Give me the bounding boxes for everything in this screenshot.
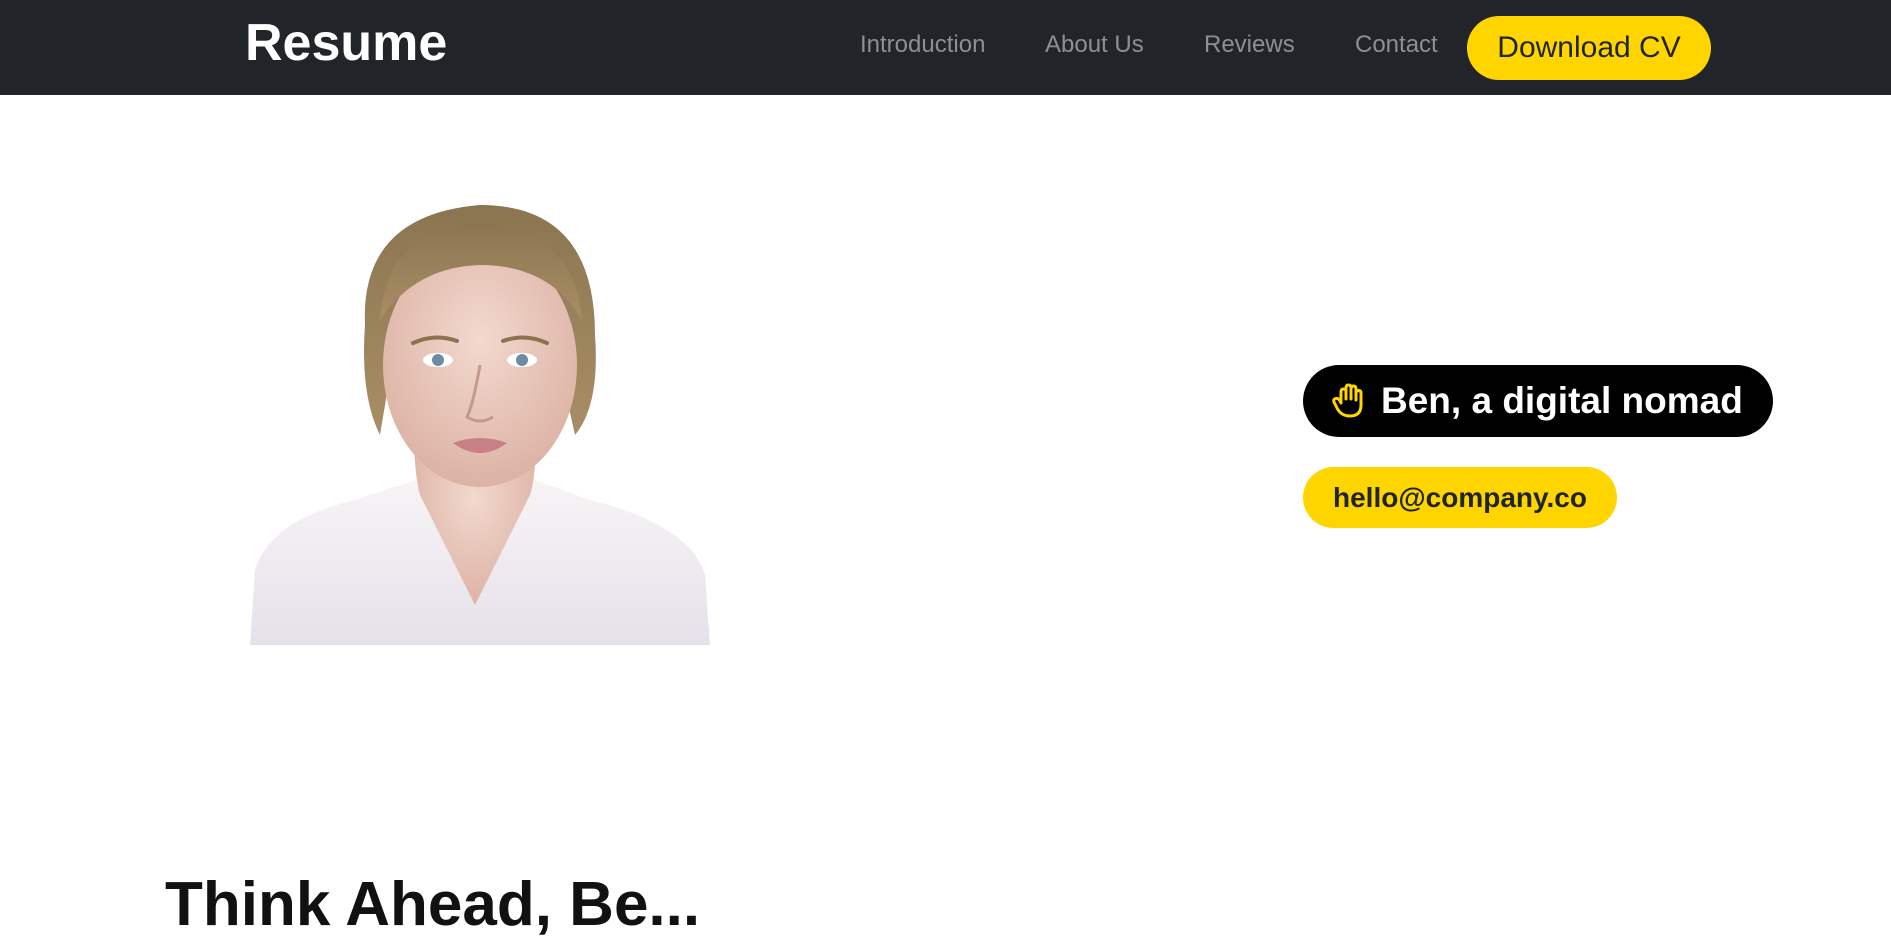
nav-link-contact[interactable]: Contact [1355, 30, 1438, 60]
waving-hand-icon [1331, 382, 1369, 420]
tagline-pill: Ben, a digital nomad [1303, 365, 1773, 437]
email-button[interactable]: hello@company.co [1303, 467, 1617, 528]
download-cv-button[interactable]: Download CV [1467, 16, 1711, 80]
nav-link-about-us[interactable]: About Us [1045, 30, 1144, 60]
nav-link-introduction[interactable]: Introduction [860, 30, 985, 60]
section-heading: Think Ahead, Be... [165, 870, 701, 939]
nav-link-reviews[interactable]: Reviews [1204, 30, 1295, 60]
navbar: Resume Introduction About Us Reviews Con… [0, 0, 1891, 95]
portrait-image [245, 195, 710, 645]
tagline-text: Ben, a digital nomad [1381, 380, 1743, 421]
brand-logo[interactable]: Resume [245, 12, 447, 74]
